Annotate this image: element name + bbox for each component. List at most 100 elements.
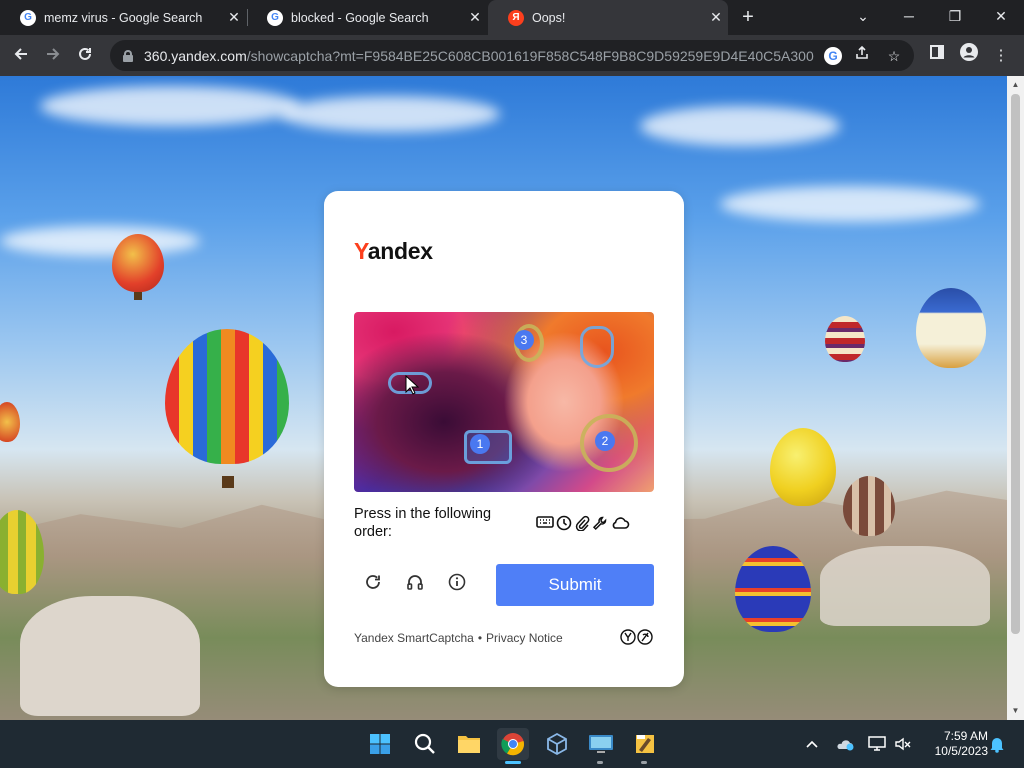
- tab-memz-virus[interactable]: G memz virus - Google Search ✕: [0, 0, 246, 35]
- captcha-card: Yandex 1 2 3 Press in the following orde…: [324, 191, 684, 687]
- hot-air-balloon: [825, 316, 865, 362]
- no-tracking-icon: [637, 629, 653, 650]
- tab-search-icon[interactable]: ⌄: [840, 0, 886, 35]
- cloud-decoration: [280, 96, 500, 132]
- address-bar[interactable]: 360.yandex.com/showcaptcha?mt=F9584BE25C…: [110, 40, 914, 71]
- balloon-basket: [222, 476, 234, 488]
- cloud-decoration: [720, 186, 980, 222]
- hot-air-balloon: [165, 329, 289, 464]
- windows-taskbar: 7:59 AM 10/5/2023: [0, 720, 1024, 768]
- rock-formation: [20, 596, 200, 716]
- system-clock[interactable]: 7:59 AM 10/5/2023: [918, 729, 988, 759]
- tab-title: blocked - Google Search: [291, 10, 429, 25]
- back-icon[interactable]: [8, 43, 34, 69]
- paint-icon[interactable]: [629, 728, 661, 760]
- tab-strip: G memz virus - Google Search ✕ G blocked…: [0, 0, 1024, 35]
- onedrive-icon[interactable]: [834, 720, 856, 768]
- clock-icon: [556, 515, 572, 531]
- hot-air-balloon: [735, 546, 811, 632]
- wrench-icon: [592, 515, 608, 531]
- url-path: /showcaptcha?mt=F9584BE25C608CB001619F85…: [246, 47, 814, 64]
- yandex-circle-icon: [620, 629, 636, 650]
- captcha-instruction: Press in the following order:: [354, 506, 492, 540]
- marker-3[interactable]: 3: [514, 330, 534, 350]
- close-tab-icon[interactable]: ✕: [222, 9, 246, 26]
- url-host: 360.yandex.com: [144, 47, 247, 64]
- yandex-icon: Я: [508, 9, 524, 26]
- captcha-footer: Yandex SmartCaptcha • Privacy Notice: [354, 631, 563, 645]
- footer-badges: [620, 629, 653, 650]
- url-text[interactable]: 360.yandex.com/showcaptcha?mt=F9584BE25C…: [144, 48, 814, 64]
- minimize-icon[interactable]: ─: [886, 0, 932, 35]
- yandex-logo: Yandex: [354, 238, 433, 265]
- virtualbox-icon[interactable]: [541, 728, 573, 760]
- chrome-icon[interactable]: [497, 728, 529, 760]
- google-icon: G: [267, 9, 283, 26]
- hot-air-balloon: [843, 476, 895, 536]
- tab-oops[interactable]: Я Oops! ✕: [488, 0, 728, 35]
- close-tab-icon[interactable]: ✕: [463, 9, 487, 26]
- close-tab-icon[interactable]: ✕: [704, 9, 728, 26]
- hot-air-balloon: [0, 402, 20, 442]
- google-icon: G: [20, 9, 36, 26]
- page-scrollbar[interactable]: ▲ ▼: [1007, 76, 1024, 720]
- share-icon[interactable]: [850, 44, 874, 68]
- scroll-thumb[interactable]: [1011, 94, 1020, 634]
- search-icon[interactable]: [409, 728, 441, 760]
- tab-title: Oops!: [532, 10, 566, 25]
- headphones-icon[interactable]: [404, 571, 426, 593]
- start-menu-icon[interactable]: [364, 728, 396, 760]
- tab-title: memz virus - Google Search: [44, 10, 203, 25]
- network-icon[interactable]: [866, 720, 888, 768]
- logo-letter: Y: [354, 238, 368, 264]
- balloon-basket: [134, 292, 142, 300]
- new-tab-icon[interactable]: +: [736, 5, 760, 29]
- rock-formation: [820, 546, 990, 626]
- keyboard-icon: [536, 515, 554, 531]
- privacy-notice-link[interactable]: Privacy Notice: [486, 631, 563, 645]
- cloud-decoration: [40, 86, 300, 126]
- reload-icon[interactable]: [72, 43, 98, 69]
- browser-toolbar: 360.yandex.com/showcaptcha?mt=F9584BE25C…: [0, 35, 1024, 76]
- forward-icon[interactable]: [40, 43, 66, 69]
- captcha-actions: [362, 571, 468, 593]
- app-running-indicator: [597, 761, 603, 764]
- refresh-icon[interactable]: [362, 571, 384, 593]
- hot-air-balloon: [770, 428, 836, 506]
- side-panel-icon[interactable]: [924, 43, 950, 69]
- clock-time: 7:59 AM: [943, 729, 988, 743]
- notifications-bell-icon[interactable]: [986, 720, 1008, 768]
- profile-icon[interactable]: [956, 43, 982, 69]
- marker-2[interactable]: 2: [595, 431, 615, 451]
- scroll-up-icon[interactable]: ▲: [1007, 78, 1024, 92]
- bookmark-star-icon[interactable]: ☆: [882, 44, 906, 68]
- clock-date: 10/5/2023: [934, 744, 988, 758]
- lock-icon[interactable]: [122, 49, 134, 62]
- tab-blocked[interactable]: G blocked - Google Search ✕: [247, 0, 487, 35]
- remote-desktop-icon[interactable]: [585, 728, 617, 760]
- footer-separator: •: [477, 631, 483, 645]
- hot-air-balloon: [0, 510, 44, 594]
- info-icon[interactable]: [446, 571, 468, 593]
- hot-air-balloon: [916, 288, 986, 368]
- hot-air-balloon: [112, 234, 164, 292]
- file-explorer-icon[interactable]: [453, 728, 485, 760]
- volume-muted-icon[interactable]: [892, 720, 914, 768]
- scroll-down-icon[interactable]: ▼: [1007, 704, 1024, 718]
- captcha-image[interactable]: 1 2 3: [354, 312, 654, 492]
- chrome-active-indicator: [505, 761, 521, 764]
- order-icons: [536, 515, 630, 531]
- close-window-icon[interactable]: ✕: [978, 0, 1024, 35]
- submit-button[interactable]: Submit: [496, 564, 654, 606]
- menu-kebab-icon[interactable]: ⋮: [988, 43, 1014, 69]
- app-running-indicator: [641, 761, 647, 764]
- smartcaptcha-link[interactable]: Yandex SmartCaptcha: [354, 631, 474, 645]
- logo-text: andex: [367, 238, 433, 264]
- google-lens-icon[interactable]: G: [824, 46, 842, 65]
- restore-icon[interactable]: ❐: [932, 0, 978, 35]
- show-hidden-icons-icon[interactable]: [802, 720, 822, 768]
- marker-1[interactable]: 1: [470, 434, 490, 454]
- paperclip-icon: [574, 515, 590, 531]
- cloud-decoration: [640, 106, 840, 146]
- cloud-decoration: [0, 226, 200, 256]
